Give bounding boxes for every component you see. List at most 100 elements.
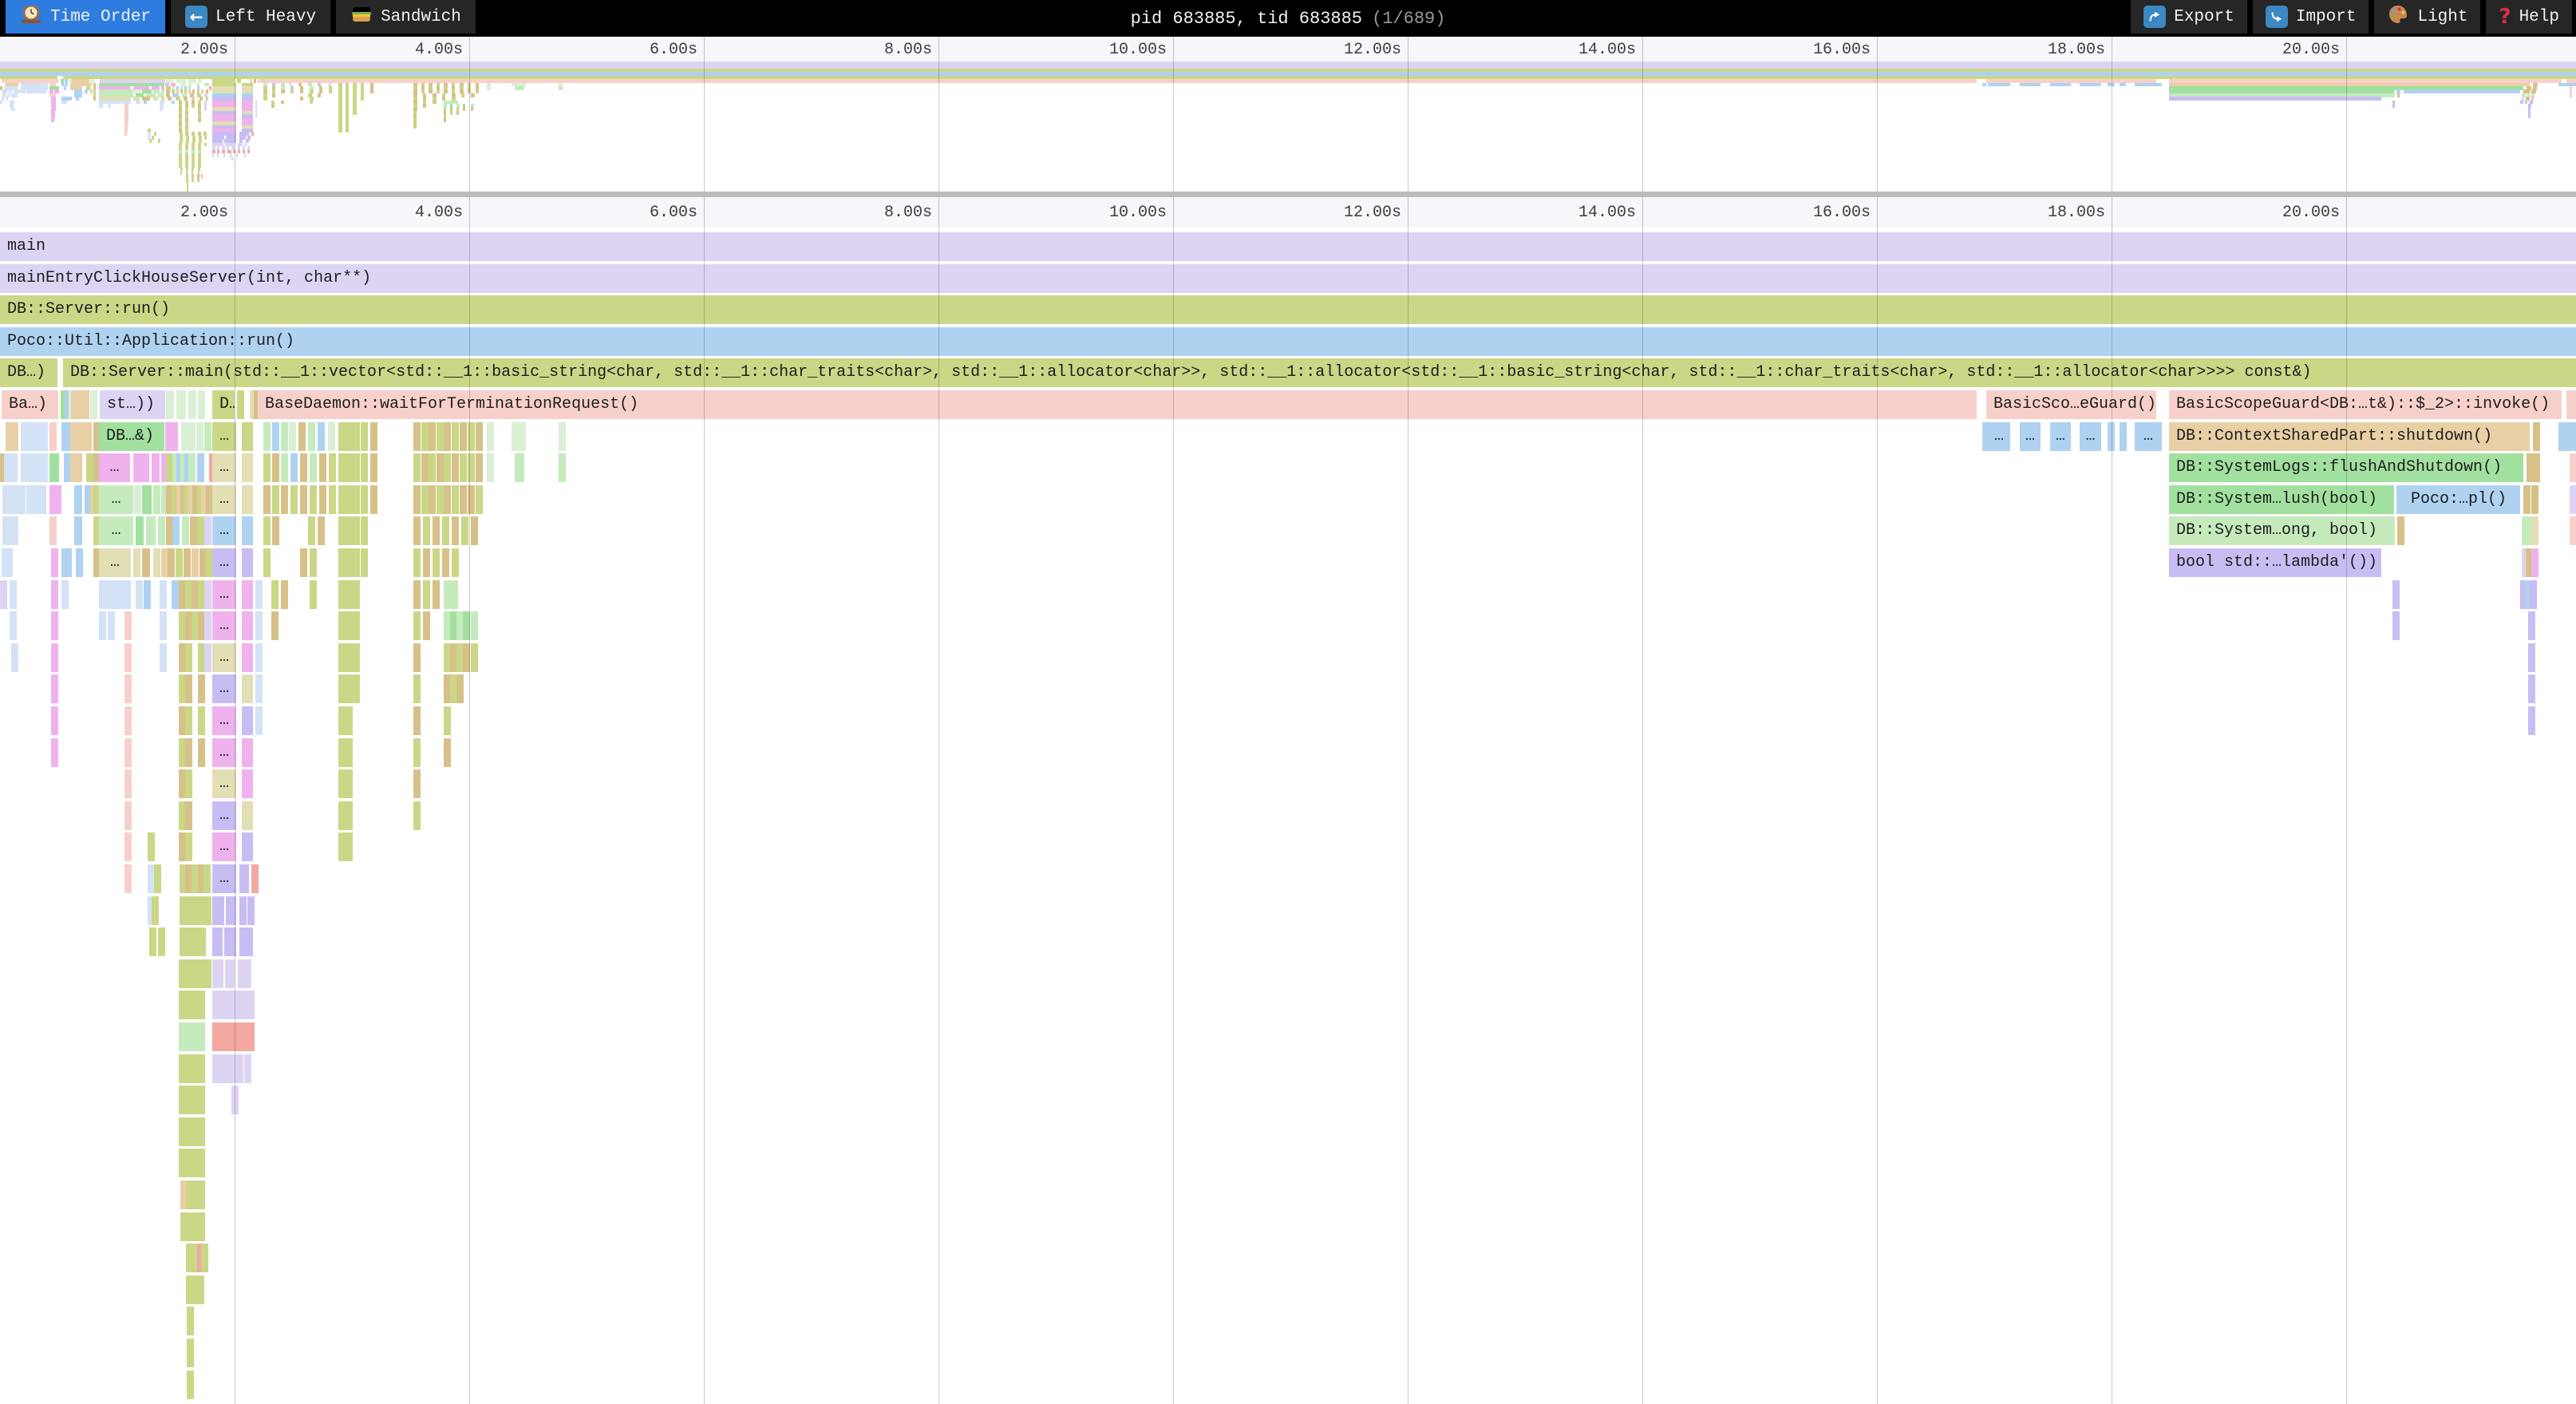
flame-frame[interactable]: [271, 611, 279, 640]
flame-frame[interactable]: [413, 738, 421, 767]
flame-frame[interactable]: Poco::Util::Application::run(): [0, 327, 2576, 356]
flame-frame[interactable]: [346, 801, 353, 830]
flame-frame[interactable]: [61, 580, 69, 609]
flame-frame[interactable]: [452, 516, 459, 545]
flame-frame[interactable]: [198, 1086, 205, 1114]
flame-frame[interactable]: [124, 833, 132, 861]
flame-frame[interactable]: …: [2135, 422, 2162, 451]
flame-frame[interactable]: [281, 453, 288, 482]
flame-frame[interactable]: [353, 674, 360, 703]
flame-frame[interactable]: …: [99, 516, 133, 545]
flame-frame[interactable]: [108, 611, 115, 640]
flame-frame[interactable]: …: [212, 738, 236, 767]
flame-frame[interactable]: [452, 453, 459, 482]
flame-frame[interactable]: [51, 738, 58, 767]
flame-frame[interactable]: [290, 485, 298, 514]
flame-frame[interactable]: [242, 674, 253, 703]
flame-frame[interactable]: [152, 896, 159, 925]
flame-frame[interactable]: [51, 580, 58, 609]
minimap[interactable]: [0, 61, 2576, 192]
flame-frame[interactable]: [171, 422, 178, 451]
flame-frame[interactable]: [2570, 485, 2576, 514]
flame-frame[interactable]: [158, 927, 165, 956]
flame-frame[interactable]: [2392, 611, 2400, 640]
flame-frame[interactable]: [242, 516, 253, 545]
flame-frame[interactable]: BasicSco…eGuard(): [1986, 390, 2156, 419]
flame-frame[interactable]: [197, 453, 204, 482]
flame-frame[interactable]: Poco:…pl(): [2404, 485, 2520, 514]
flame-frame[interactable]: [2396, 485, 2404, 514]
flame-frame[interactable]: [74, 485, 82, 514]
flame-frame[interactable]: [361, 485, 368, 514]
flame-frame[interactable]: …: [2050, 422, 2071, 451]
flame-frame[interactable]: [198, 738, 205, 767]
flame-frame[interactable]: [346, 643, 353, 672]
flame-frame[interactable]: [133, 453, 149, 482]
flame-frame[interactable]: [423, 516, 430, 545]
flame-frame[interactable]: [86, 453, 93, 482]
flame-frame[interactable]: [310, 548, 317, 577]
flame-frame[interactable]: [242, 833, 253, 861]
flame-frame[interactable]: DB::ContextSharedPart::shutdown(): [2169, 422, 2530, 451]
flame-frame[interactable]: [353, 422, 360, 451]
flame-frame[interactable]: [203, 864, 211, 893]
flame-frame[interactable]: [2570, 453, 2576, 482]
flame-frame[interactable]: DB::System…lush(bool): [2169, 485, 2394, 514]
flamechart[interactable]: mainmainEntryClickHouseServer(int, char*…: [0, 227, 2576, 1404]
flame-frame[interactable]: [263, 516, 271, 545]
flame-frame[interactable]: [413, 674, 421, 703]
flame-frame[interactable]: [421, 453, 429, 482]
flame-frame[interactable]: [2531, 485, 2538, 514]
flame-frame[interactable]: [452, 548, 459, 577]
flame-frame[interactable]: [146, 516, 156, 545]
flame-frame[interactable]: [255, 674, 263, 703]
flame-frame[interactable]: …: [212, 769, 236, 798]
flame-frame[interactable]: [185, 769, 192, 798]
flame-frame[interactable]: [353, 516, 360, 545]
flame-frame[interactable]: [184, 548, 191, 577]
flame-frame[interactable]: [198, 674, 205, 703]
flame-frame[interactable]: [212, 959, 223, 988]
flame-frame[interactable]: [242, 769, 253, 798]
flame-frame[interactable]: [144, 580, 151, 609]
flame-frame[interactable]: [212, 927, 223, 956]
flame-frame[interactable]: [124, 864, 132, 893]
export-button[interactable]: Export: [2131, 0, 2247, 34]
flame-frame[interactable]: [54, 485, 61, 514]
flame-frame[interactable]: [460, 453, 467, 482]
flame-frame[interactable]: [2531, 548, 2538, 577]
flame-frame[interactable]: [370, 422, 377, 451]
flame-frame[interactable]: [338, 833, 346, 861]
flame-frame[interactable]: [149, 927, 156, 956]
flame-frame[interactable]: [346, 516, 353, 545]
flame-frame[interactable]: [198, 1022, 205, 1051]
flame-frame[interactable]: [49, 516, 57, 545]
flame-frame[interactable]: [148, 833, 155, 861]
flame-frame[interactable]: [198, 1181, 205, 1209]
flame-frame[interactable]: [136, 516, 144, 545]
flame-frame[interactable]: [99, 611, 106, 640]
flame-frame[interactable]: st…)): [100, 390, 165, 419]
flame-frame[interactable]: [338, 801, 346, 830]
flame-frame[interactable]: [452, 485, 459, 514]
flame-frame[interactable]: [204, 516, 211, 545]
flame-frame[interactable]: [421, 422, 429, 451]
flame-frame[interactable]: [204, 643, 211, 672]
flame-frame[interactable]: [124, 643, 132, 672]
flame-frame[interactable]: [461, 516, 468, 545]
flame-frame[interactable]: [423, 548, 430, 577]
flame-frame[interactable]: bool std::…lambda'()): [2169, 548, 2381, 577]
flame-frame[interactable]: [201, 1244, 208, 1272]
flame-frame[interactable]: [413, 643, 421, 672]
flame-frame[interactable]: [198, 991, 205, 1019]
flame-frame[interactable]: [124, 611, 132, 640]
flame-frame[interactable]: BasicScopeGuard<DB:…t&)::$_2>::invoke(): [2169, 390, 2562, 419]
flame-frame[interactable]: [2566, 390, 2576, 419]
tab-left-heavy[interactable]: ← Left Heavy: [171, 0, 330, 34]
flame-frame[interactable]: [559, 453, 566, 482]
flame-frame[interactable]: [246, 927, 253, 956]
flame-frame[interactable]: [308, 516, 315, 545]
flame-frame[interactable]: [444, 706, 451, 735]
flame-frame[interactable]: [300, 548, 307, 577]
flame-frame[interactable]: [413, 422, 421, 451]
